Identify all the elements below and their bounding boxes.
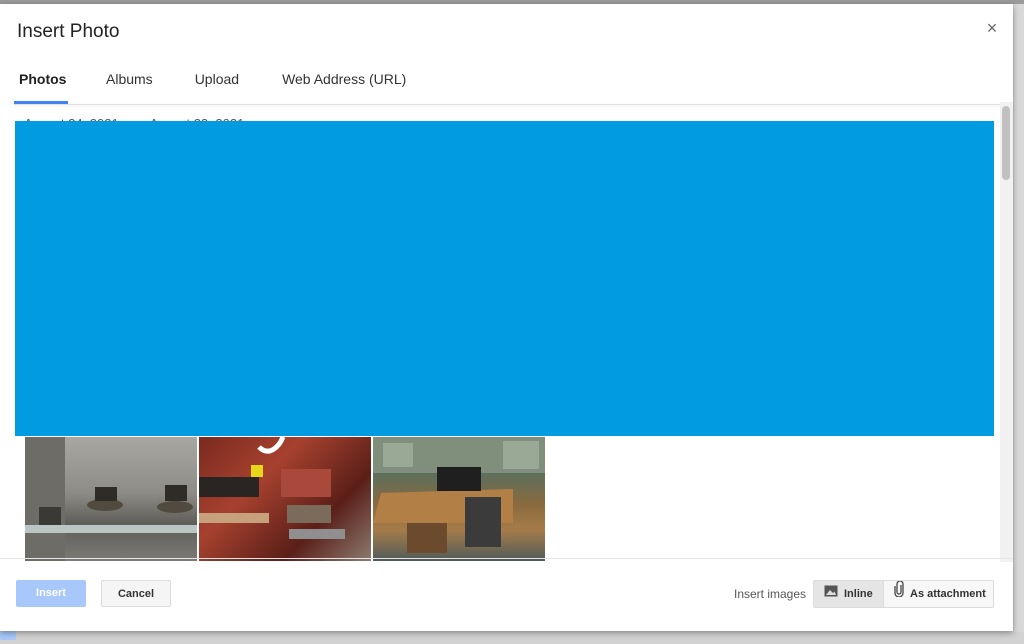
footer-divider [0,558,1013,559]
backdrop-chip [0,630,16,640]
dialog-title: Insert Photo [17,21,120,42]
tab-upload[interactable]: Upload [190,62,244,104]
tab-web-address[interactable]: Web Address (URL) [277,62,411,104]
attachment-label: As attachment [910,588,986,600]
photo-thumbnail[interactable] [199,437,371,561]
image-icon [824,581,838,607]
insert-images-label: Insert images [734,587,807,601]
backdrop-bottom [0,632,1024,644]
scrollbar[interactable] [1000,102,1013,562]
close-icon[interactable]: × [984,19,1000,37]
inline-label: Inline [844,588,873,600]
photo-grid: August 24, 2021 August 23, 2021 [14,102,1000,562]
insert-button[interactable]: Insert [16,580,86,607]
tab-bar: Photos Albums Upload Web Address (URL) [14,62,411,104]
photo-thumbnail[interactable] [25,437,197,561]
redacted-region [15,121,994,436]
photo-thumbnail[interactable] [373,437,545,561]
scrollbar-thumb[interactable] [1002,106,1010,180]
tab-photos[interactable]: Photos [14,62,68,104]
backdrop-side [1014,4,1024,644]
cancel-button[interactable]: Cancel [101,580,171,607]
attachment-toggle[interactable]: As attachment [883,580,994,608]
photo-thumbnail-icon [373,437,545,553]
tab-albums[interactable]: Albums [101,62,158,104]
paperclip-icon [894,580,904,607]
photo-thumbnail-icon [199,437,345,539]
inline-toggle[interactable]: Inline [813,580,884,608]
photo-thumbnail-icon [25,437,197,561]
